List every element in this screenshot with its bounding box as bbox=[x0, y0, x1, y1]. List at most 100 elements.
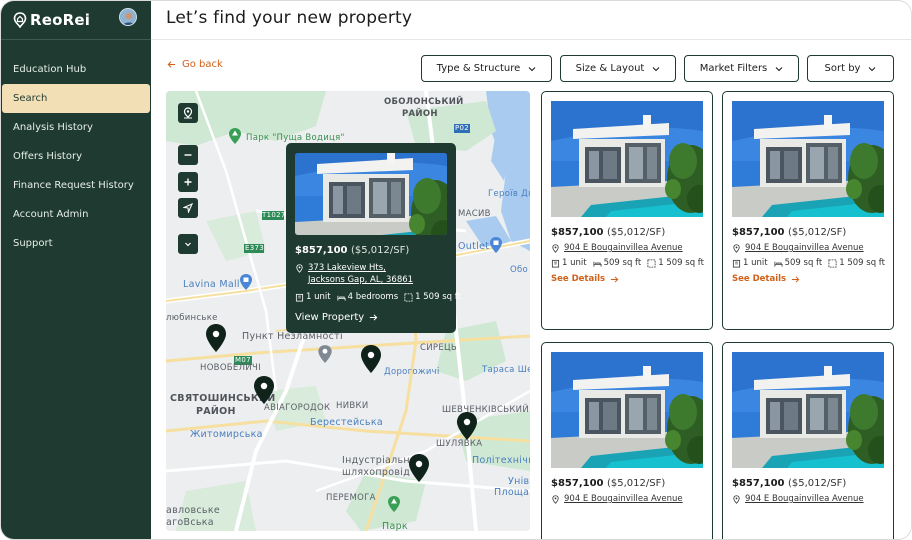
go-back-label: Go back bbox=[182, 59, 223, 70]
map-label-shliakhoprovid: шляхопровід bbox=[342, 467, 411, 478]
chevron-down-icon bbox=[528, 66, 536, 71]
property-photo bbox=[551, 101, 703, 217]
sidebar-item-support[interactable]: Support bbox=[1, 229, 151, 258]
sqft-value: 509 sq ft bbox=[603, 258, 642, 268]
brand-logo-icon bbox=[13, 12, 27, 28]
map-label-obolonskyi: ОБОЛОНСЬКИЙ bbox=[384, 97, 464, 107]
sort-by-label: Sort by bbox=[824, 63, 861, 74]
price-value: $857,100 bbox=[295, 245, 348, 256]
map-label-politekhnichni: Політехнічні bbox=[472, 455, 530, 466]
view-property-link[interactable]: View Property bbox=[295, 312, 447, 323]
sort-by-dropdown[interactable]: Sort by bbox=[807, 55, 894, 82]
popup-stats: 1 unit 4 bedrooms 1 509 sq ft bbox=[295, 292, 461, 302]
sidebar-item-education-hub[interactable]: Education Hub bbox=[1, 55, 151, 84]
zoom-in-button[interactable] bbox=[178, 172, 198, 192]
sqft-value: 509 sq ft bbox=[784, 258, 823, 268]
card-price: $857,100 ($5,012/SF) bbox=[551, 227, 703, 238]
units-stat: 1 unit bbox=[551, 258, 587, 268]
card-address[interactable]: 904 E Bougainvillea Avenue bbox=[732, 243, 884, 253]
card-address[interactable]: 904 E Bougainvillea Avenue bbox=[551, 494, 703, 504]
area-value: 1 509 sq ft bbox=[658, 258, 704, 268]
arrow-right-icon bbox=[370, 314, 378, 321]
sidebar-item-search[interactable]: Search bbox=[2, 84, 150, 113]
address-line-1: 373 Lakeview Hts, bbox=[308, 263, 386, 273]
map-pin-icon bbox=[733, 494, 740, 504]
property-photo bbox=[551, 352, 703, 468]
map-label-novobelychi: НОВОБЕЛИЧІ bbox=[200, 363, 261, 373]
sidebar-item-finance-request-history[interactable]: Finance Request History bbox=[1, 171, 151, 200]
bed-icon bbox=[774, 261, 783, 267]
filter-bar: Type & Structure Size & Layout Market Fi… bbox=[421, 55, 894, 82]
price-value: $857,100 bbox=[732, 478, 785, 489]
zoom-out-button[interactable] bbox=[178, 145, 198, 165]
type-structure-label: Type & Structure bbox=[436, 63, 521, 74]
property-photo bbox=[732, 352, 884, 468]
map-pin-icon bbox=[733, 243, 740, 253]
area-icon bbox=[647, 258, 656, 268]
area-value: 1 509 sq ft bbox=[839, 258, 885, 268]
price-per-sf: ($5,012/SF) bbox=[788, 227, 847, 238]
bed-icon bbox=[593, 261, 602, 267]
price-value: $857,100 bbox=[732, 227, 785, 238]
sidebar-item-analysis-history[interactable]: Analysis History bbox=[1, 113, 151, 142]
size-layout-dropdown[interactable]: Size & Layout bbox=[560, 55, 676, 82]
map-label-lavina: Lavina Mall bbox=[183, 279, 240, 290]
property-card[interactable]: $857,100 ($5,012/SF) 904 E Bougainvillea… bbox=[541, 91, 713, 330]
see-details-link[interactable]: See Details bbox=[732, 274, 884, 284]
property-pin[interactable] bbox=[456, 411, 478, 441]
map-label-raion-2: РАЙОН bbox=[196, 406, 236, 417]
property-card[interactable]: $857,100 ($5,012/SF) 904 E Bougainvillea… bbox=[722, 91, 894, 330]
map-pin-icon bbox=[296, 264, 303, 273]
map-label-univ: Унів bbox=[508, 476, 530, 487]
map-label-nyvky: НИВКИ bbox=[336, 401, 369, 411]
address-line-2: Jacksons Gap, AL, 36861 bbox=[308, 275, 414, 285]
property-pin[interactable] bbox=[360, 344, 382, 374]
units-stat: 1 unit bbox=[295, 292, 331, 302]
property-card[interactable]: $857,100 ($5,012/SF) 904 E Bougainvillea… bbox=[541, 342, 713, 539]
card-address[interactable]: 904 E Bougainvillea Avenue bbox=[732, 494, 884, 504]
property-card[interactable]: $857,100 ($5,012/SF) 904 E Bougainvillea… bbox=[722, 342, 894, 539]
property-photo bbox=[295, 153, 447, 235]
plus-icon bbox=[184, 178, 192, 186]
chevron-down-icon bbox=[185, 242, 191, 247]
card-stats: 1 unit 509 sq ft 1 509 sq ft bbox=[732, 258, 885, 268]
area-icon bbox=[404, 292, 413, 302]
card-price: $857,100 ($5,012/SF) bbox=[732, 478, 884, 489]
sidebar-item-offers-history[interactable]: Offers History bbox=[1, 142, 151, 171]
avatar[interactable] bbox=[119, 8, 137, 26]
park-poi-icon bbox=[388, 496, 400, 512]
map-label-outlet: Outlet bbox=[458, 241, 490, 252]
area-icon bbox=[828, 258, 837, 268]
area-stat: 1 509 sq ft bbox=[828, 258, 885, 268]
price-value: $857,100 bbox=[551, 227, 604, 238]
map-label-zhytomyrska: Житомирська bbox=[190, 429, 263, 440]
sidebar-item-account-admin[interactable]: Account Admin bbox=[1, 200, 151, 229]
chevron-down-icon bbox=[869, 66, 876, 71]
property-popup[interactable]: $857,100 ($5,012/SF) 373 Lakeview Hts, J… bbox=[286, 143, 461, 333]
card-address[interactable]: 904 E Bougainvillea Avenue bbox=[551, 243, 703, 253]
map-label-masyv: МАСИВ bbox=[458, 209, 491, 219]
chevron-down-icon bbox=[652, 66, 660, 71]
road-shield-p02: P02 bbox=[455, 124, 470, 132]
sidebar-nav: Education Hub Search Analysis History Of… bbox=[1, 55, 151, 258]
go-back-link[interactable]: Go back bbox=[167, 59, 223, 70]
arrow-left-icon bbox=[167, 61, 176, 68]
property-pin[interactable] bbox=[408, 453, 430, 483]
property-pin[interactable] bbox=[205, 323, 227, 353]
see-details-label: See Details bbox=[551, 274, 606, 284]
map-options-button[interactable] bbox=[178, 234, 198, 254]
see-details-link[interactable]: See Details bbox=[551, 274, 703, 284]
popup-address[interactable]: 373 Lakeview Hts, Jacksons Gap, AL, 3686… bbox=[295, 262, 447, 286]
sqft-stat: 1 509 sq ft bbox=[404, 292, 461, 302]
brand[interactable]: ReoRei bbox=[13, 9, 90, 31]
map-pin-icon bbox=[552, 243, 559, 253]
market-filters-dropdown[interactable]: Market Filters bbox=[684, 55, 799, 82]
price-per-sf: ($5,012/SF) bbox=[788, 478, 847, 489]
type-structure-dropdown[interactable]: Type & Structure bbox=[421, 55, 552, 82]
property-pin[interactable] bbox=[253, 375, 275, 405]
locate-button[interactable] bbox=[178, 103, 198, 123]
map-label-dorohozhychi: Дорогожичі bbox=[384, 367, 440, 377]
road-shield-e373: E373 bbox=[245, 244, 264, 252]
navigate-button[interactable] bbox=[178, 198, 198, 218]
see-details-label: See Details bbox=[732, 274, 787, 284]
